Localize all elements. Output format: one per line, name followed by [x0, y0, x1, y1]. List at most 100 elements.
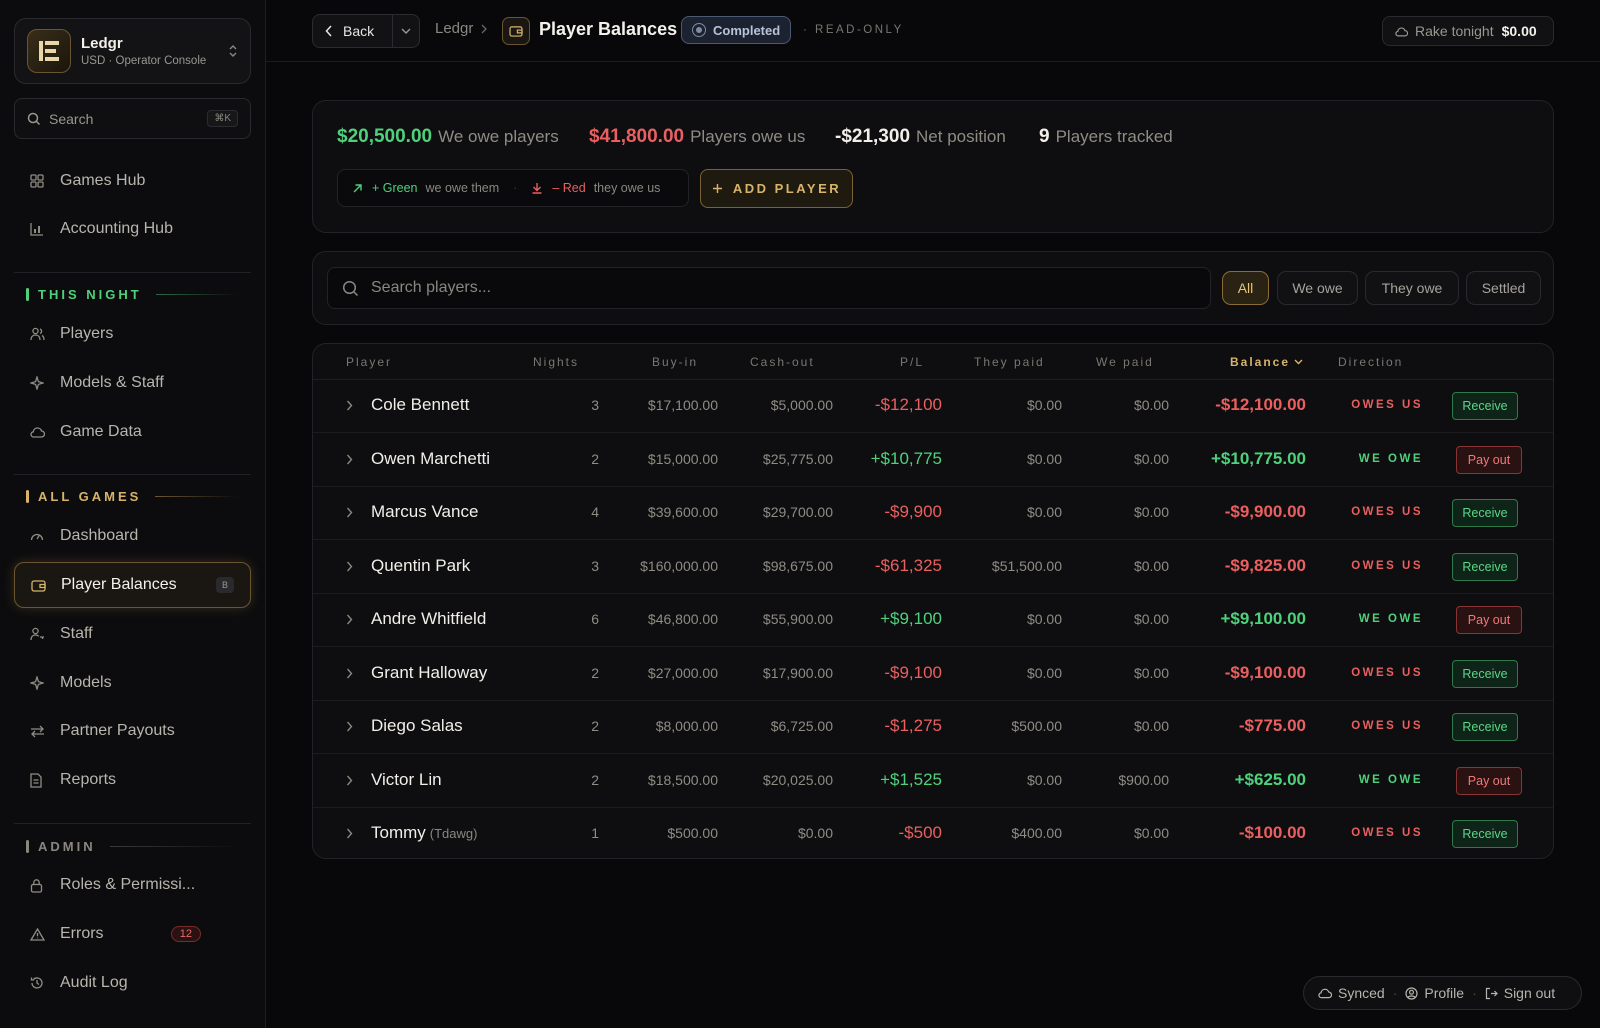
chevron-right-icon[interactable]: [346, 775, 353, 786]
sidebar-item-models[interactable]: Models: [14, 660, 251, 706]
sidebar-item-players[interactable]: Players: [14, 311, 251, 357]
player-name-text: Andre Whitfield: [371, 609, 487, 628]
sidebar-item-models-staff[interactable]: Models & Staff: [14, 360, 251, 406]
column-header-cashout[interactable]: Cash-out: [750, 355, 815, 369]
plus-icon: [712, 183, 723, 194]
column-header-we-paid[interactable]: We paid: [1096, 355, 1154, 369]
cell-they-paid: $0.00: [1026, 450, 1062, 467]
grid-icon: [30, 173, 46, 189]
player-name[interactable]: Tommy (Tdawg): [371, 823, 477, 843]
breadcrumb-root[interactable]: Ledgr: [435, 20, 473, 37]
brand-subtitle: USD · Operator Console: [81, 55, 207, 67]
table-row[interactable]: Cole Bennett 3 $17,100.00 $5,000.00 -$12,100…: [313, 380, 1553, 433]
sidebar-item-audit-log[interactable]: Audit Log: [14, 960, 251, 1006]
profile-label: Profile: [1424, 985, 1465, 1001]
stat-net-position: -$21,300 Net position: [835, 126, 1006, 148]
player-name[interactable]: Diego Salas: [371, 716, 463, 736]
error-count-badge: 12: [170, 926, 201, 942]
sidebar-item-player-balances[interactable]: Player Balances B: [14, 562, 251, 608]
cell-they-paid: $400.00: [1011, 825, 1062, 841]
sidebar-item-dashboard[interactable]: Dashboard: [14, 513, 251, 559]
table-row[interactable]: Andre Whitfield 6 $46,800.00 $55,900.00 +$9,…: [313, 594, 1553, 647]
chevron-right-icon[interactable]: [346, 668, 353, 679]
sidebar-item-games-hub[interactable]: Games Hub: [14, 158, 251, 204]
sidebar-item-label: Audit Log: [60, 974, 128, 991]
player-name[interactable]: Victor Lin: [371, 770, 442, 790]
player-name[interactable]: Grant Halloway: [371, 663, 487, 683]
gauge-icon: [30, 528, 46, 544]
filter-chip-settled[interactable]: Settled: [1466, 271, 1541, 305]
receive-button[interactable]: Receive: [1452, 499, 1518, 527]
column-header-pl[interactable]: P/L: [900, 355, 924, 369]
status-footer: Synced · Profile · Sign out: [1303, 976, 1582, 1010]
chevron-right-icon[interactable]: [346, 828, 353, 839]
chevron-right-icon[interactable]: [346, 721, 353, 732]
player-search-input[interactable]: [371, 279, 1171, 297]
cell-cashout: $25,775.00: [762, 450, 833, 467]
receive-button[interactable]: Receive: [1452, 659, 1518, 688]
sidebar-item-label: Game Data: [60, 423, 142, 440]
profile-link[interactable]: Profile: [1405, 985, 1464, 1001]
player-name[interactable]: Marcus Vance: [371, 502, 478, 522]
cloud-icon: [30, 424, 46, 440]
back-button[interactable]: Back: [313, 15, 393, 47]
sidebar-item-label: Games Hub: [60, 172, 146, 189]
sidebar-search[interactable]: Search ⌘K: [14, 98, 251, 139]
sidebar-item-partner-payouts[interactable]: Partner Payouts: [14, 708, 251, 754]
sidebar-item-reports[interactable]: Reports: [14, 757, 251, 803]
pay-out-button[interactable]: Pay out: [1456, 606, 1522, 634]
column-header-buyin[interactable]: Buy-in: [652, 355, 698, 369]
table-row[interactable]: Tommy (Tdawg) 1 $500.00 $0.00 -$500 $400.00 $0.…: [313, 808, 1553, 858]
table-row[interactable]: Victor Lin 2 $18,500.00 $20,025.00 +$1,525 $0…: [313, 755, 1553, 808]
back-button-group: Back: [312, 14, 420, 48]
sign-out-link[interactable]: Sign out: [1485, 985, 1555, 1001]
receive-button[interactable]: Receive: [1452, 392, 1518, 420]
stat-players-tracked: 9 Players tracked: [1039, 126, 1173, 148]
pay-out-button[interactable]: Pay out: [1456, 445, 1522, 474]
table-row[interactable]: Owen Marchetti 2 $15,000.00 $25,775.00 +$10,…: [313, 434, 1553, 487]
table-row[interactable]: Marcus Vance 4 $39,600.00 $29,700.00 -$9,900…: [313, 487, 1553, 540]
player-name[interactable]: Quentin Park: [371, 556, 470, 576]
column-header-direction[interactable]: Direction: [1338, 355, 1403, 369]
cloud-sync-icon: [1318, 988, 1332, 999]
sidebar-item-game-data[interactable]: Game Data: [14, 409, 251, 455]
filter-chip-they-owe[interactable]: They owe: [1365, 271, 1459, 305]
sidebar-item-errors[interactable]: Errors 12: [14, 911, 251, 957]
cell-buyin: $46,800.00: [647, 611, 718, 627]
cell-nights: 1: [591, 825, 599, 841]
receive-button[interactable]: Receive: [1452, 820, 1518, 848]
table-row[interactable]: Diego Salas 2 $8,000.00 $6,725.00 -$1,275 $50…: [313, 701, 1553, 754]
chevron-right-icon[interactable]: [346, 507, 353, 518]
column-header-player[interactable]: Player: [346, 355, 392, 369]
sidebar-item-accounting-hub[interactable]: Accounting Hub: [14, 206, 251, 252]
chevron-right-icon[interactable]: [346, 561, 353, 572]
cell-they-paid: $0.00: [1026, 771, 1062, 788]
column-header-balance[interactable]: Balance: [1230, 355, 1303, 369]
receive-button[interactable]: Receive: [1452, 552, 1518, 581]
warning-icon: [30, 926, 46, 942]
rake-indicator: Rake tonight $0.00: [1382, 16, 1554, 46]
cell-nights: 2: [591, 664, 599, 681]
table-row[interactable]: Quentin Park 3 $160,000.00 $98,675.00 -$61,3…: [313, 541, 1553, 594]
filter-chip-all[interactable]: All: [1222, 271, 1269, 305]
chevron-right-icon[interactable]: [346, 400, 353, 411]
add-player-button[interactable]: ADD PLAYER: [700, 169, 853, 208]
pay-out-button[interactable]: Pay out: [1456, 766, 1522, 795]
back-history-dropdown[interactable]: [393, 28, 419, 34]
table-row[interactable]: Grant Halloway 2 $27,000.00 $17,900.00 -$9,1…: [313, 648, 1553, 701]
workspace-switcher[interactable]: Ledgr USD · Operator Console: [14, 18, 251, 84]
cell-pl: +$1,525: [880, 769, 942, 789]
column-header-nights[interactable]: Nights: [533, 355, 579, 369]
player-name[interactable]: Andre Whitfield: [371, 609, 486, 629]
player-name[interactable]: Owen Marchetti: [371, 449, 490, 469]
column-header-they-paid[interactable]: They paid: [974, 355, 1045, 369]
chevron-right-icon[interactable]: [346, 614, 353, 625]
chevron-right-icon[interactable]: [346, 454, 353, 465]
player-name[interactable]: Cole Bennett: [371, 395, 469, 415]
sidebar-item-staff[interactable]: Staff: [14, 611, 251, 657]
stat-value: 9: [1039, 126, 1050, 147]
filter-chip-we-owe[interactable]: We owe: [1277, 271, 1358, 305]
sync-status[interactable]: Synced: [1318, 985, 1385, 1001]
sidebar-item-roles-permissions[interactable]: Roles & Permissi...: [14, 862, 251, 908]
receive-button[interactable]: Receive: [1452, 713, 1518, 741]
